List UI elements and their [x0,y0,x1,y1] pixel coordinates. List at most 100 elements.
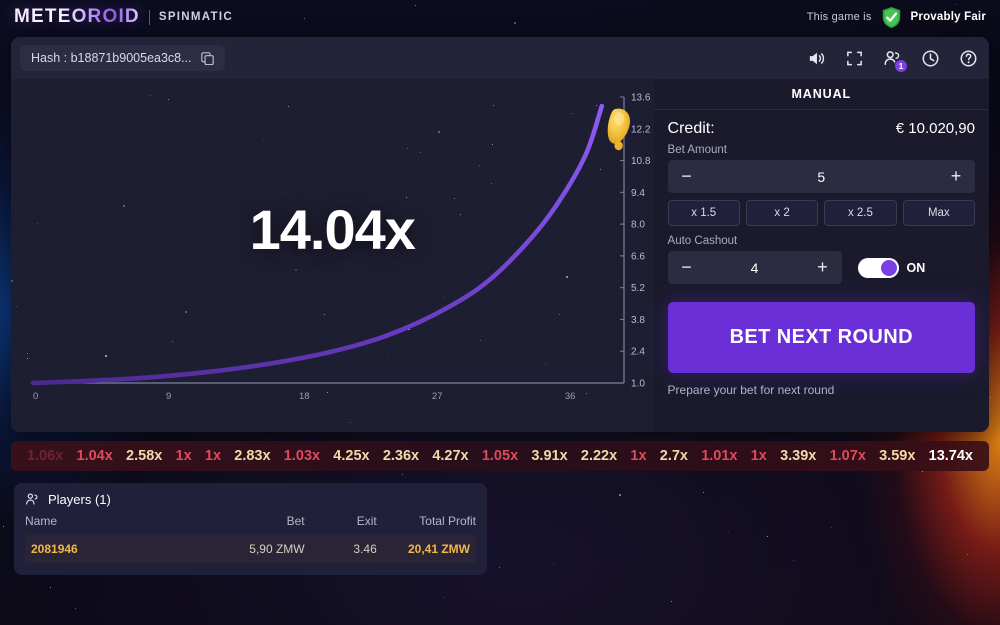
auto-cashout-decrease-button[interactable]: − [668,251,706,284]
history-item[interactable]: 1.01x [701,448,737,464]
auto-cashout-toggle[interactable] [857,257,899,278]
x-tick-label: 27 [432,391,443,402]
bet-amount-increase-button[interactable]: + [937,160,975,193]
star [766,536,768,538]
star [50,586,52,588]
x-tick-label: 0 [33,391,38,402]
credit-row: Credit: € 10.020,90 [668,120,975,138]
history-item[interactable]: 2.83x [234,448,270,464]
auto-cashout-stepper[interactable]: − 4 + [667,251,842,284]
auto-cashout-toggle-group[interactable]: ON [857,257,926,278]
top-bar: METEOROID SPINMATIC This game is Provabl… [0,0,1000,34]
panel-body: 14.04x 13.6 12.2 10.8 9.4 8.0 6.6 5.2 3.… [11,79,989,432]
history-item[interactable]: 13.74x [929,448,973,464]
y-tick-label: 2.4 [631,347,645,358]
star [2,526,4,527]
meteor-icon [607,108,631,151]
history-item[interactable]: 3.39x [780,448,816,464]
y-tick-label: 1.0 [631,379,645,390]
column-bet: Bet [286,514,305,528]
bet-amount-decrease-button[interactable]: − [668,160,706,193]
history-item[interactable]: 2.36x [383,448,419,464]
bet-multiplier-2_5-button[interactable]: x 2.5 [824,200,897,226]
x-tick-label: 18 [299,391,310,402]
history-item[interactable]: 1x [751,448,767,464]
history-item[interactable]: 1.07x [830,448,866,464]
logo-divider [148,9,150,25]
brand-logo: METEOROID SPINMATIC [14,6,233,28]
bet-multiplier-2-button[interactable]: x 2 [745,200,819,226]
history-item[interactable]: 1.06x [27,448,63,464]
bet-multiplier-buttons: x 1.5 x 2 x 2.5 Max [667,200,975,226]
help-icon[interactable] [959,49,978,68]
bet-multiplier-1_5-button[interactable]: x 1.5 [667,200,740,226]
table-row: 2081946 5,90 ZMW 3.46 20,41 ZMW [25,535,476,563]
players-table: Name Bet Exit Total Profit 2081946 5,90 Z… [25,514,476,563]
players-icon[interactable]: 1 [883,49,908,73]
toggle-knob [880,259,897,276]
column-name: Name [25,514,58,528]
provably-fair-label: Provably Fair [910,11,986,23]
star [702,492,704,494]
history-item[interactable]: 1x [630,448,646,464]
history-item[interactable]: 1.05x [482,448,518,464]
player-exit: 3.46 [353,542,377,556]
bet-amount-input[interactable]: 5 [706,169,937,185]
star [670,600,672,602]
hash-display[interactable]: Hash : b18871b9005ea3c8... [20,45,225,71]
volume-icon[interactable] [807,49,826,68]
game-panel: Hash : b18871b9005ea3c8... 1 14.04x 13.6… [11,37,989,432]
y-tick-label: 6.6 [631,251,645,262]
history-item[interactable]: 3.91x [531,448,567,464]
player-name: 2081946 [31,542,78,556]
star [967,553,969,555]
auto-cashout-input[interactable]: 4 [706,260,804,276]
auto-cashout-toggle-state: ON [906,260,926,275]
credit-label: Credit: [667,120,715,137]
history-item[interactable]: 2.22x [581,448,617,464]
crash-chart: 14.04x 13.6 12.2 10.8 9.4 8.0 6.6 5.2 3.… [11,79,657,432]
bet-max-button[interactable]: Max [902,200,975,226]
history-clock-icon[interactable] [921,49,940,68]
round-history-bar[interactable]: 1.06x 1.04x 2.58x 1x 1x 2.83x 1.03x 4.25x 2.36x 4… [11,441,989,471]
fullscreen-icon[interactable] [845,49,864,68]
history-item[interactable]: 2.58x [126,448,162,464]
history-item[interactable]: 4.25x [333,448,369,464]
auto-cashout-row: − 4 + ON [667,251,975,284]
history-item[interactable]: 4.27x [432,448,468,464]
y-tick-label: 3.8 [631,315,645,326]
y-tick-label: 13.6 [631,93,651,104]
players-title-row: Players (1) [25,492,476,507]
history-item[interactable]: 2.7x [660,448,688,464]
credit-value: € 10.020,90 [895,120,975,137]
auto-cashout-increase-button[interactable]: + [804,251,842,284]
game-page: METEOROID SPINMATIC This game is Provabl… [0,0,1000,625]
star [728,531,730,533]
tab-manual[interactable]: MANUAL [653,79,989,110]
multiplier-curve [30,103,605,386]
history-item[interactable]: 3.59x [879,448,915,464]
bet-status-text: Prepare your bet for next round [667,383,835,397]
bet-controls: MANUAL Credit: € 10.020,90 Bet Amount − … [653,79,989,432]
provably-fair-group[interactable]: This game is Provably Fair [807,6,986,29]
y-tick-label: 8.0 [631,220,645,231]
y-axis-ticks: 13.6 12.2 10.8 9.4 8.0 6.6 5.2 3.8 2.4 1.0 [620,93,651,390]
history-item[interactable]: 1x [205,448,221,464]
history-item[interactable]: 1.04x [77,448,113,464]
hash-text: Hash : b18871b9005ea3c8... [31,51,192,65]
panel-icon-bar: 1 [807,49,978,73]
players-table-header: Name Bet Exit Total Profit [25,514,476,535]
bet-next-round-button[interactable]: BET NEXT ROUND [667,302,975,373]
x-tick-label: 9 [166,391,171,402]
history-item[interactable]: 1.03x [284,448,320,464]
this-game-is-label: This game is [806,11,872,23]
x-axis-ticks: 0 9 18 27 36 [33,391,575,402]
player-profit: 20,41 ZMW [407,542,470,556]
star [553,562,555,564]
copy-icon[interactable] [200,51,214,65]
history-item[interactable]: 1x [176,448,192,464]
logo-text: METEOROID [14,6,140,27]
y-tick-label: 9.4 [631,188,645,199]
bet-amount-stepper[interactable]: − 5 + [667,160,975,193]
star [989,396,991,398]
